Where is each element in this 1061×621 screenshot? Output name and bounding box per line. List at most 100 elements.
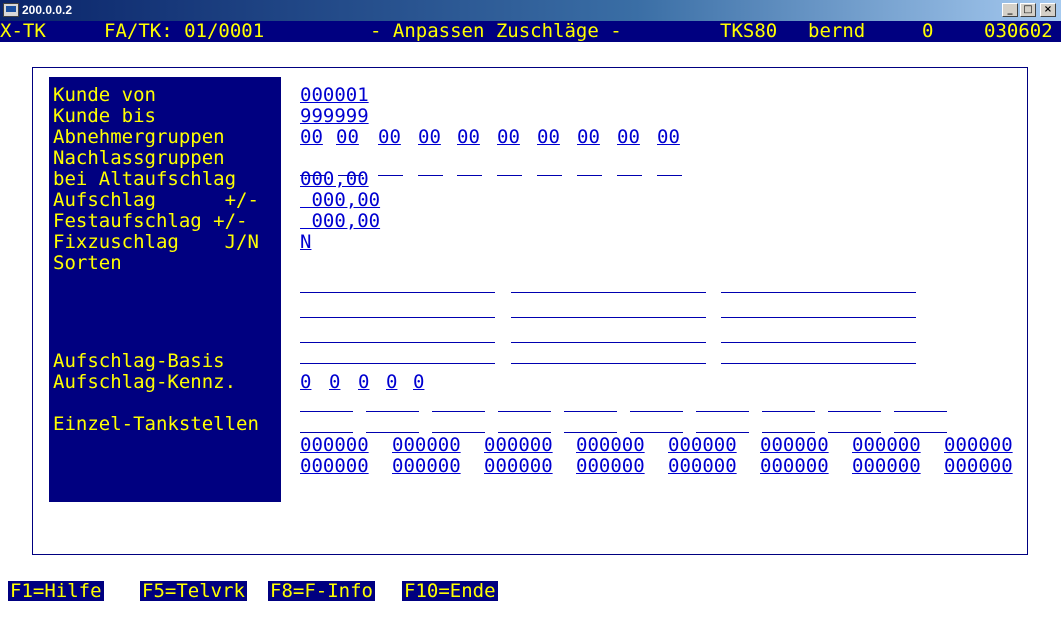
field-tankstelle[interactable]: 000000: [668, 435, 737, 455]
field-aufschlag-kennz[interactable]: [498, 411, 551, 412]
field-kunde-von[interactable]: 000001: [300, 85, 369, 105]
field-abnehmergruppe[interactable]: 00: [657, 127, 680, 147]
field-tankstelle[interactable]: 000000: [760, 456, 829, 476]
field-aufschlag-basis[interactable]: 0: [329, 372, 340, 392]
header-firm: FA/TK: 01/0001: [104, 21, 265, 42]
field-aufschlag-kennz[interactable]: [696, 411, 749, 412]
field-aufschlag-kennz[interactable]: [828, 432, 881, 433]
field-tankstelle[interactable]: 000000: [944, 435, 1013, 455]
f5-telvrk-key[interactable]: F5=Telvrk: [140, 581, 247, 601]
field-aufschlag-basis[interactable]: 0: [358, 372, 369, 392]
terminal-app-icon[interactable]: [3, 3, 19, 17]
field-aufschlag-kennz[interactable]: [894, 432, 947, 433]
field-aufschlag-kennz[interactable]: [300, 411, 353, 412]
field-nachlassgruppe[interactable]: [537, 175, 562, 176]
field-aufschlag[interactable]: 000,00: [300, 190, 380, 210]
field-nachlassgruppe[interactable]: [657, 175, 682, 176]
field-aufschlag-kennz[interactable]: [300, 432, 353, 433]
field-tankstelle[interactable]: 000000: [300, 435, 369, 455]
field-sorte[interactable]: [721, 292, 916, 293]
field-aufschlag-kennz[interactable]: [432, 411, 485, 412]
close-button[interactable]: ×: [1040, 3, 1056, 17]
field-abnehmergruppe[interactable]: 00: [457, 127, 480, 147]
field-sorte[interactable]: [300, 292, 495, 293]
field-aufschlag-kennz[interactable]: [696, 432, 749, 433]
header-app: X-TK: [0, 21, 46, 42]
label-aufschlag-basis: Aufschlag-Basis: [53, 350, 225, 372]
header-function: - Anpassen Zuschläge -: [370, 21, 622, 42]
label-festaufschlag: Festaufschlag +/-: [53, 210, 248, 232]
field-aufschlag-basis[interactable]: 0: [300, 372, 311, 392]
field-aufschlag-kennz[interactable]: [828, 411, 881, 412]
field-tankstelle[interactable]: 000000: [576, 435, 645, 455]
window-title: 200.0.0.2: [22, 3, 73, 17]
field-sorte[interactable]: [721, 363, 916, 364]
field-sorte[interactable]: [511, 363, 706, 364]
field-abnehmergruppe[interactable]: 00: [537, 127, 560, 147]
field-tankstelle[interactable]: 000000: [300, 456, 369, 476]
field-nachlassgruppe[interactable]: [378, 175, 403, 176]
field-aufschlag-kennz[interactable]: [894, 411, 947, 412]
f8-f-info-key[interactable]: F8=F-Info: [268, 581, 375, 601]
label-aufschlag: Aufschlag +/-: [53, 189, 259, 211]
window-titlebar[interactable]: 200.0.0.2 _ □ ×: [0, 0, 1061, 21]
field-aufschlag-kennz[interactable]: [762, 411, 815, 412]
field-tankstelle[interactable]: 000000: [852, 435, 921, 455]
field-tankstelle[interactable]: 000000: [392, 456, 461, 476]
label-nachlassgruppen: Nachlassgruppen: [53, 147, 225, 169]
label-kunde-bis: Kunde bis: [53, 105, 156, 127]
field-aufschlag-kennz[interactable]: [762, 432, 815, 433]
field-nachlassgruppe[interactable]: [418, 175, 443, 176]
label-abnehmergruppen: Abnehmergruppen: [53, 126, 225, 148]
field-kunde-bis[interactable]: 999999: [300, 106, 369, 126]
field-aufschlag-kennz[interactable]: [366, 432, 419, 433]
field-tankstelle[interactable]: 000000: [760, 435, 829, 455]
field-bei-altaufschlag[interactable]: 000,00: [300, 169, 369, 189]
field-abnehmergruppe[interactable]: 00: [617, 127, 640, 147]
maximize-button[interactable]: □: [1020, 3, 1036, 17]
field-aufschlag-basis[interactable]: 0: [413, 372, 424, 392]
label-kunde-von: Kunde von: [53, 84, 156, 106]
field-aufschlag-kennz[interactable]: [564, 432, 617, 433]
field-festaufschlag[interactable]: 000,00: [300, 211, 380, 231]
label-sorten: Sorten: [53, 252, 122, 274]
label-aufschlag-kennz: Aufschlag-Kennz.: [53, 371, 237, 393]
field-nachlassgruppe[interactable]: [577, 175, 602, 176]
field-tankstelle[interactable]: 000000: [852, 456, 921, 476]
field-tankstelle[interactable]: 000000: [484, 456, 553, 476]
field-abnehmergruppe[interactable]: 00: [497, 127, 520, 147]
f1-help-key[interactable]: F1=Hilfe: [8, 581, 104, 601]
field-abnehmergruppe[interactable]: 00: [336, 127, 359, 147]
field-abnehmergruppe[interactable]: 00: [300, 127, 323, 147]
status-header: X-TK FA/TK: 01/0001 - Anpassen Zuschläge…: [0, 21, 1061, 42]
field-abnehmergruppe[interactable]: 00: [577, 127, 600, 147]
field-aufschlag-kennz[interactable]: [630, 411, 683, 412]
field-aufschlag-kennz[interactable]: [498, 432, 551, 433]
field-fixzuschlag[interactable]: N: [300, 232, 311, 252]
field-sorte[interactable]: [511, 317, 706, 318]
field-nachlassgruppe[interactable]: [457, 175, 482, 176]
f10-exit-key[interactable]: F10=Ende: [402, 581, 498, 601]
field-tankstelle[interactable]: 000000: [484, 435, 553, 455]
field-abnehmergruppe[interactable]: 00: [418, 127, 441, 147]
field-tankstelle[interactable]: 000000: [392, 435, 461, 455]
field-sorte[interactable]: [300, 317, 495, 318]
field-tankstelle[interactable]: 000000: [668, 456, 737, 476]
field-nachlassgruppe[interactable]: [497, 175, 522, 176]
field-aufschlag-kennz[interactable]: [564, 411, 617, 412]
field-tankstelle[interactable]: 000000: [576, 456, 645, 476]
field-aufschlag-kennz[interactable]: [630, 432, 683, 433]
field-sorte[interactable]: [300, 363, 495, 364]
field-sorte[interactable]: [511, 292, 706, 293]
field-abnehmergruppe[interactable]: 00: [378, 127, 401, 147]
field-tankstelle[interactable]: 000000: [944, 456, 1013, 476]
field-aufschlag-basis[interactable]: 0: [386, 372, 397, 392]
field-sorte[interactable]: [721, 317, 916, 318]
field-sorte[interactable]: [300, 342, 495, 343]
minimize-button[interactable]: _: [1002, 3, 1018, 17]
field-sorte[interactable]: [721, 342, 916, 343]
field-aufschlag-kennz[interactable]: [366, 411, 419, 412]
field-aufschlag-kennz[interactable]: [432, 432, 485, 433]
field-nachlassgruppe[interactable]: [617, 175, 642, 176]
field-sorte[interactable]: [511, 342, 706, 343]
